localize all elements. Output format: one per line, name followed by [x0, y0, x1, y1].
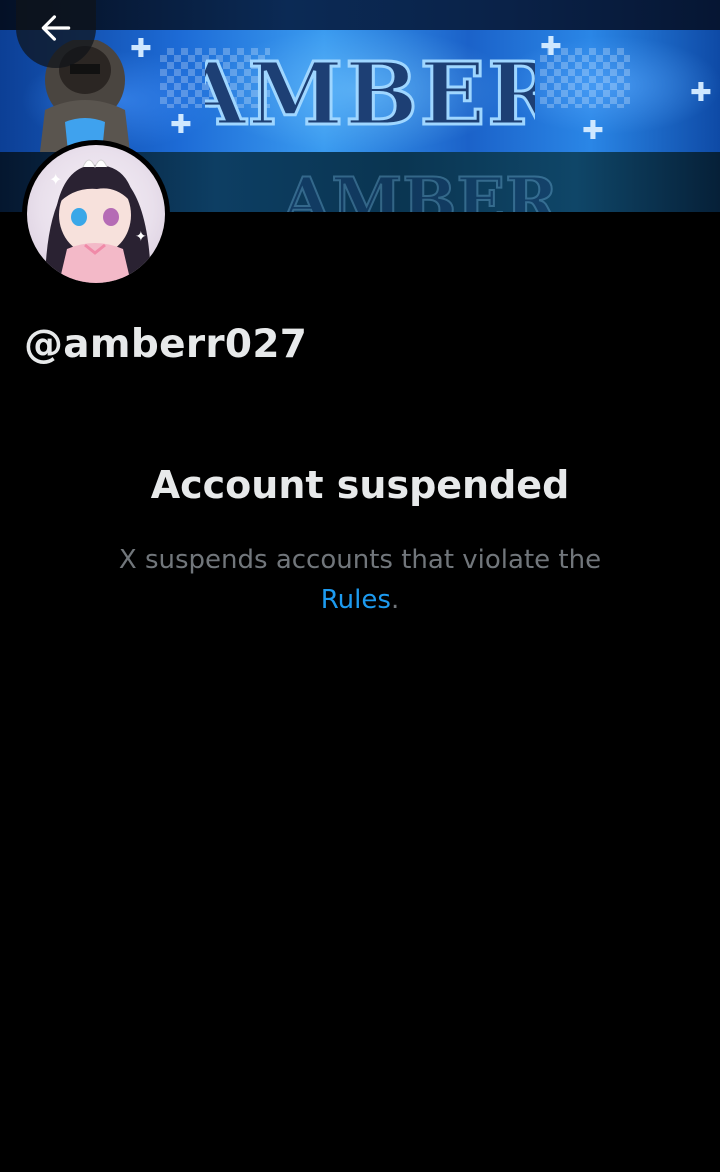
svg-text:✦: ✦ — [135, 229, 147, 245]
notice-body-text: X suspends accounts that violate the — [118, 545, 602, 575]
avatar-image: ✦ ✦ — [27, 145, 165, 283]
sparkle-icon: ✚ — [540, 32, 562, 62]
suspension-notice: Account suspended X suspends accounts th… — [60, 458, 660, 620]
sparkle-icon: ✚ — [582, 116, 604, 146]
sparkle-icon: ✚ — [690, 78, 712, 108]
notice-title: Account suspended — [150, 463, 570, 507]
svg-text:AMBER: AMBER — [281, 168, 559, 212]
banner-wordmark: AMBER — [205, 43, 535, 143]
profile-handle: @amberr027 — [24, 322, 308, 367]
svg-text:✦: ✦ — [49, 170, 62, 189]
banner-wordmark-reflection: AMBER — [280, 168, 560, 212]
banner-top-strip — [0, 0, 720, 30]
notice-body-period: . — [390, 585, 400, 615]
rules-link[interactable]: Rules — [321, 585, 391, 615]
notice-body: X suspends accounts that violate the Rul… — [60, 540, 660, 620]
sparkle-icon: ✚ — [170, 110, 192, 140]
arrow-left-icon — [41, 15, 71, 41]
svg-text:AMBER: AMBER — [205, 44, 535, 142]
avatar[interactable]: ✦ ✦ — [22, 140, 170, 288]
